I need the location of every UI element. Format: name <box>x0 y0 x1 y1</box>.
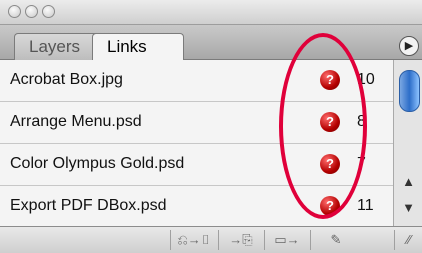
relink-icon[interactable]: ⎌→▯ <box>170 230 217 250</box>
link-name: Arrange Menu.psd <box>10 113 142 130</box>
link-row[interactable]: Arrange Menu.psd ? 8 <box>0 102 393 144</box>
link-name: Color Olympus Gold.psd <box>10 155 185 172</box>
link-row[interactable]: Color Olympus Gold.psd ? 7 <box>0 144 393 186</box>
missing-link-icon: ? <box>320 196 340 216</box>
links-bottom-toolbar: ⎌→▯ →⎘ ▭→ ✎ ⁄⁄ <box>0 226 422 253</box>
close-button[interactable] <box>8 5 21 18</box>
link-page-number: 11 <box>357 197 374 214</box>
links-panel-window: Layers Links ▶ Acrobat Box.jpg ? 10 Arra… <box>0 0 422 253</box>
go-to-link-icon[interactable]: →⎘ <box>218 230 263 250</box>
scroll-thumb[interactable] <box>399 70 420 112</box>
update-link-icon[interactable]: ▭→ <box>264 230 309 250</box>
links-list: Acrobat Box.jpg ? 10 Arrange Menu.psd ? … <box>0 60 393 228</box>
link-row[interactable]: Export PDF DBox.psd ? 11 <box>0 186 393 228</box>
link-page-number: 8 <box>357 113 366 130</box>
link-page-number: 10 <box>357 71 375 88</box>
scroll-down-arrow-icon[interactable]: ▼ <box>394 198 422 218</box>
resize-grip-icon[interactable]: ⁄⁄ <box>394 230 422 250</box>
link-name: Acrobat Box.jpg <box>10 71 123 88</box>
minimize-button[interactable] <box>25 5 38 18</box>
tab-layers[interactable]: Layers <box>14 33 104 60</box>
panel-menu-button[interactable]: ▶ <box>399 36 419 56</box>
zoom-button[interactable] <box>42 5 55 18</box>
link-page-number: 7 <box>357 155 366 172</box>
title-bar <box>0 0 422 25</box>
tab-links[interactable]: Links <box>92 33 184 61</box>
vertical-scrollbar[interactable]: ▲ ▼ <box>393 60 422 226</box>
missing-link-icon: ? <box>320 70 340 90</box>
missing-link-icon: ? <box>320 154 340 174</box>
edit-original-icon[interactable]: ✎ <box>310 230 361 250</box>
scroll-up-arrow-icon[interactable]: ▲ <box>394 172 422 192</box>
link-row[interactable]: Acrobat Box.jpg ? 10 <box>0 60 393 102</box>
missing-link-icon: ? <box>320 112 340 132</box>
panel-tab-bar: Layers Links ▶ <box>0 25 422 61</box>
link-name: Export PDF DBox.psd <box>10 197 167 214</box>
